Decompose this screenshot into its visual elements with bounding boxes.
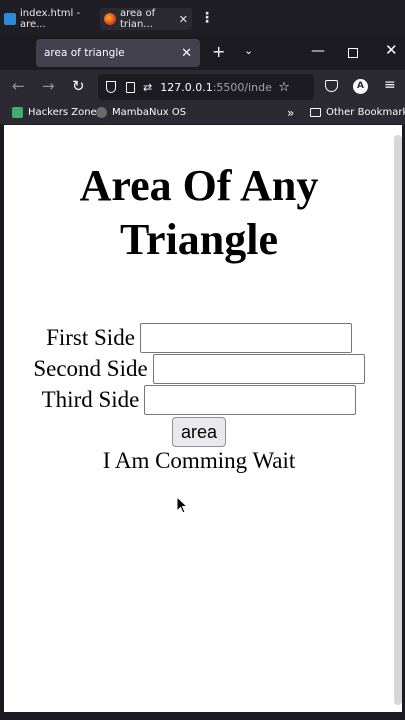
reload-icon[interactable]: ↻ bbox=[72, 78, 85, 94]
bookmark-label: Other Bookmarks bbox=[326, 107, 405, 118]
close-tab-icon[interactable]: ✕ bbox=[181, 46, 192, 61]
os-tab-vscode[interactable]: index.html - are... bbox=[4, 8, 96, 30]
bookmark-favicon-icon bbox=[12, 107, 23, 118]
bookmark-other-bookmarks[interactable]: Other Bookmarks bbox=[310, 107, 405, 118]
address-bar[interactable]: ⇄ 127.0.0.1:5500/index.h ☆ bbox=[98, 74, 314, 100]
bookmark-star-icon[interactable]: ☆ bbox=[278, 80, 290, 95]
os-tab-firefox[interactable]: area of trian... ✕ bbox=[100, 8, 192, 30]
vertical-scrollbar[interactable] bbox=[394, 135, 402, 705]
os-tab-label: area of trian... bbox=[120, 8, 156, 30]
browser-tab-active[interactable]: area of triangle ✕ bbox=[36, 39, 200, 67]
page-title: Area Of Any Triangle bbox=[79, 161, 319, 264]
tab-title: area of triangle bbox=[44, 47, 125, 59]
bookmark-mambanux-os[interactable]: MambaNux OS bbox=[96, 107, 186, 118]
pocket-icon[interactable] bbox=[325, 80, 338, 92]
second-side-input[interactable] bbox=[152, 354, 365, 384]
close-icon[interactable]: ✕ bbox=[179, 13, 188, 26]
os-tab-label: index.html - are... bbox=[20, 8, 81, 30]
first-side-label: First Side bbox=[46, 325, 135, 350]
account-avatar[interactable]: A bbox=[353, 79, 368, 94]
page-info-icon[interactable] bbox=[126, 81, 135, 93]
bookmark-hackers-zone[interactable]: Hackers Zone bbox=[12, 107, 97, 118]
navigation-toolbar: ← → ↻ ⇄ 127.0.0.1:5500/index.h ☆ A ≡ bbox=[0, 70, 405, 104]
os-taskbar: index.html - are... area of trian... ✕ ⋮ bbox=[0, 0, 405, 36]
vscode-icon bbox=[4, 13, 16, 25]
url-host: 127.0.0.1 bbox=[160, 80, 213, 94]
minimize-icon[interactable]: — bbox=[311, 43, 325, 59]
hamburger-menu-icon[interactable]: ≡ bbox=[384, 78, 396, 92]
area-button[interactable]: area bbox=[172, 417, 226, 447]
url-text[interactable]: 127.0.0.1:5500/index.h bbox=[160, 81, 272, 94]
chevron-down-icon[interactable]: ⌄ bbox=[244, 44, 253, 57]
new-tab-icon[interactable]: + bbox=[212, 44, 225, 60]
bookmark-label: MambaNux OS bbox=[112, 107, 187, 118]
more-options-icon[interactable]: ⋮ bbox=[200, 11, 214, 25]
shield-icon[interactable] bbox=[106, 81, 116, 93]
second-side-label: Second Side bbox=[33, 356, 148, 381]
third-side-input[interactable] bbox=[144, 385, 357, 415]
window-close-icon[interactable]: ✕ bbox=[385, 41, 398, 59]
result-text: I Am Comming Wait bbox=[102, 448, 296, 473]
mouse-cursor-icon bbox=[176, 496, 188, 514]
third-side-label: Third Side bbox=[41, 387, 140, 412]
forward-arrow-icon[interactable]: → bbox=[42, 78, 55, 94]
maximize-icon[interactable] bbox=[348, 48, 358, 58]
back-arrow-icon[interactable]: ← bbox=[12, 78, 25, 94]
bookmark-label: Hackers Zone bbox=[28, 107, 97, 118]
bookmarks-overflow-icon[interactable]: » bbox=[287, 106, 294, 120]
browser-tab-strip: area of triangle ✕ + ⌄ — ✕ bbox=[0, 36, 405, 70]
first-side-row: First Side bbox=[4, 323, 394, 353]
permissions-icon[interactable]: ⇄ bbox=[143, 81, 152, 94]
url-path: :5500/index.h bbox=[212, 80, 273, 94]
folder-icon bbox=[310, 108, 321, 117]
bookmark-favicon-icon bbox=[96, 107, 107, 118]
third-side-row: Third Side bbox=[4, 385, 394, 415]
bookmarks-toolbar: Hackers Zone MambaNux OS » Other Bookmar… bbox=[0, 104, 405, 124]
first-side-input[interactable] bbox=[139, 323, 352, 353]
firefox-icon bbox=[104, 13, 116, 25]
window-bottom-edge bbox=[0, 712, 405, 720]
second-side-row: Second Side bbox=[4, 354, 394, 384]
page-viewport: Area Of Any Triangle First Side Second S… bbox=[4, 125, 402, 712]
